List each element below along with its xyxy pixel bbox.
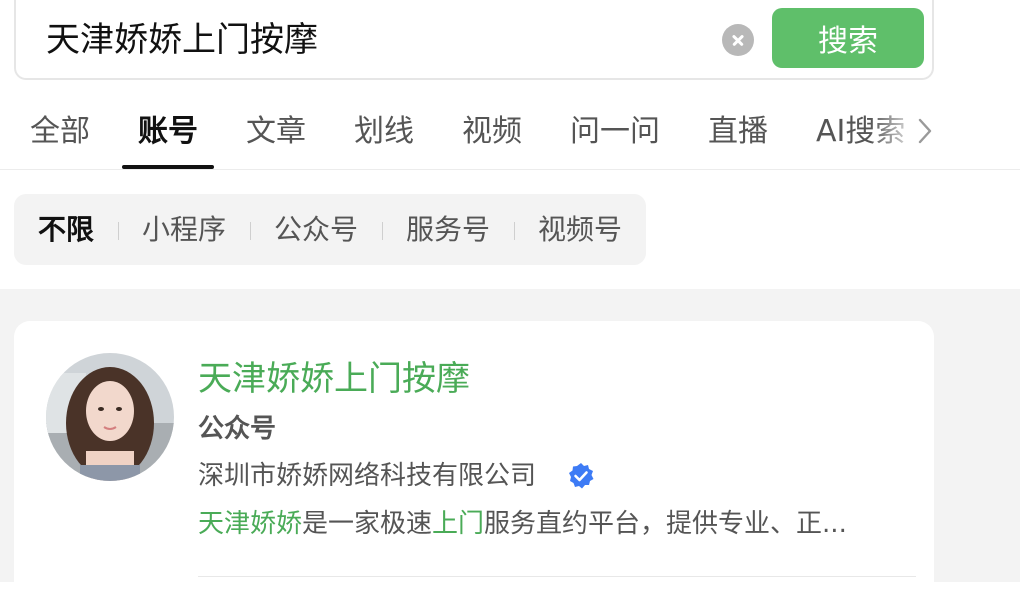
account-name[interactable]: 天津娇娇上门按摩 (198, 357, 470, 401)
filter-unlimited[interactable]: 不限 (38, 210, 94, 250)
tab-all[interactable]: 全部 (30, 112, 90, 152)
tab-highlights[interactable]: 划线 (354, 112, 414, 152)
filter-official-account[interactable]: 公众号 (274, 210, 358, 250)
filter-divider (514, 222, 515, 240)
account-type: 公众号 (198, 414, 277, 444)
card-divider (198, 576, 916, 577)
search-button[interactable]: 搜索 (772, 8, 924, 68)
tab-videos[interactable]: 视频 (462, 112, 522, 152)
filter-service-account[interactable]: 服务号 (406, 210, 490, 250)
clear-circle-icon[interactable] (722, 24, 754, 56)
tab-articles[interactable]: 文章 (246, 112, 306, 152)
desc-highlight: 上门 (432, 509, 485, 539)
result-card[interactable]: 天津娇娇上门按摩 公众号 深圳市娇娇网络科技有限公司 天津娇娇是一家极速上门服务… (14, 321, 934, 611)
tab-bar: 全部 账号 文章 划线 视频 问一问 直播 AI搜索 (0, 96, 1020, 170)
verified-badge-icon (569, 463, 594, 489)
filter-divider (118, 222, 119, 240)
avatar[interactable] (46, 353, 174, 481)
filter-divider (250, 222, 251, 240)
filter-section: 不限 小程序 公众号 服务号 视频号 (0, 171, 1020, 289)
filter-divider (382, 222, 383, 240)
tab-ask[interactable]: 问一问 (570, 112, 660, 152)
filter-bar: 不限 小程序 公众号 服务号 视频号 (14, 194, 646, 265)
search-input[interactable]: 天津娇娇上门按摩 (46, 18, 318, 62)
account-organization: 深圳市娇娇网络科技有限公司 (198, 461, 537, 491)
tab-accounts[interactable]: 账号 (138, 112, 198, 152)
desc-text: 是一家极速 (302, 509, 433, 539)
filter-mini-program[interactable]: 小程序 (142, 210, 226, 250)
tab-live[interactable]: 直播 (708, 112, 768, 152)
desc-highlight: 天津娇娇 (198, 509, 303, 539)
search-bar: 天津娇娇上门按摩 搜索 (14, 0, 934, 80)
active-tab-indicator (122, 165, 214, 169)
filter-channels[interactable]: 视频号 (538, 210, 622, 250)
chevron-right-icon[interactable] (910, 116, 940, 146)
account-description: 天津娇娇是一家极速上门服务直约平台，提供专业、正... (198, 505, 916, 543)
desc-text: 服务直约平台，提供专业、正... (484, 509, 847, 539)
